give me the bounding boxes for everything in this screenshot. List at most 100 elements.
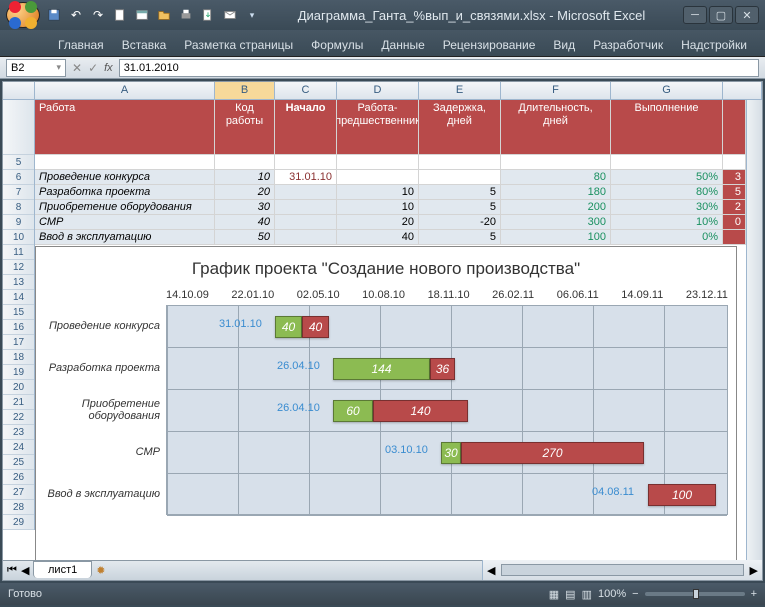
zoom-thumb[interactable] [693,589,699,599]
row-header[interactable]: 23 [3,425,34,440]
row-header[interactable]: 16 [3,320,34,335]
hdr-E[interactable]: Задержка, дней [419,100,501,155]
email-icon[interactable] [222,7,238,23]
col-header-D[interactable]: D [337,82,419,99]
cell-done[interactable]: 30% [611,200,723,215]
hdr-B[interactable]: Код работы [215,100,275,155]
zoom-slider[interactable] [645,592,745,596]
zoom-level[interactable]: 100% [598,588,626,600]
cell-start[interactable] [275,200,337,215]
hdr-D[interactable]: Работа-предшественник [337,100,419,155]
cell-dur[interactable]: 100 [501,230,611,245]
cell-pred[interactable]: 10 [337,200,419,215]
row-header[interactable]: 26 [3,470,34,485]
row-header[interactable]: 28 [3,500,34,515]
tab-data[interactable]: Данные [373,34,432,56]
hscroll-track[interactable] [501,564,743,576]
cell-extra[interactable]: 2 [723,200,746,215]
row-header[interactable]: 12 [3,260,34,275]
row-header[interactable]: 29 [3,515,34,530]
cell-task[interactable]: Ввод в эксплуатацию [35,230,215,245]
tab-view[interactable]: Вид [545,34,583,56]
cell-code[interactable]: 30 [215,200,275,215]
insert-icon[interactable] [134,7,150,23]
qat-more-icon[interactable]: ▾ [244,7,260,23]
row-header[interactable]: 9 [3,215,34,230]
cell-extra[interactable]: 3 [723,170,746,185]
cell-dur[interactable]: 180 [501,185,611,200]
col-header-C[interactable]: C [275,82,337,99]
enter-icon[interactable]: ✓ [88,61,98,75]
cell-start[interactable] [275,185,337,200]
vertical-scrollbar[interactable] [746,100,762,560]
close-button[interactable]: ✕ [735,6,759,24]
row-header[interactable]: 17 [3,335,34,350]
cancel-icon[interactable]: ✕ [72,61,82,75]
hdr-A[interactable]: Работа [35,100,215,155]
undo-icon[interactable]: ↶ [68,7,84,23]
sheet-tab-active[interactable]: лист1 [33,561,92,578]
cell-code[interactable]: 40 [215,215,275,230]
redo-icon[interactable]: ↷ [90,7,106,23]
cell-start[interactable] [275,215,337,230]
cell-code[interactable]: 10 [215,170,275,185]
scroll-right-icon[interactable]: ▶ [750,564,758,577]
view-normal-icon[interactable]: ▦ [549,588,559,601]
view-layout-icon[interactable]: ▤ [565,588,575,601]
cell-pred[interactable]: 20 [337,215,419,230]
cell-pred[interactable] [337,170,419,185]
gantt-chart[interactable]: График проекта "Создание нового производ… [35,246,737,564]
row-header[interactable]: 8 [3,200,34,215]
name-box[interactable]: B2▾ [6,59,66,77]
horizontal-scrollbar[interactable]: ◀ ▶ [482,560,762,580]
tab-addins[interactable]: Надстройки [673,34,755,56]
cell-pred[interactable]: 40 [337,230,419,245]
col-header-F[interactable]: F [501,82,611,99]
cell-delay[interactable]: 5 [419,200,501,215]
cell-extra[interactable]: 0 [723,215,746,230]
row-header[interactable] [3,100,34,155]
cell-code[interactable]: 50 [215,230,275,245]
col-header-B[interactable]: B [215,82,275,99]
tab-developer[interactable]: Разработчик [585,34,671,56]
tab-home[interactable]: Главная [50,34,112,56]
cell-done[interactable]: 0% [611,230,723,245]
hdr-H[interactable] [723,100,746,155]
office-button[interactable] [6,2,40,28]
formula-bar[interactable]: 31.01.2010 [119,59,759,77]
chevron-down-icon[interactable]: ▾ [56,62,61,73]
col-header-G[interactable]: G [611,82,723,99]
fx-icon[interactable]: fx [104,62,113,74]
row-header[interactable]: 15 [3,305,34,320]
row-header[interactable]: 11 [3,245,34,260]
minimize-button[interactable]: ─ [683,6,707,24]
tab-nav-prev-icon[interactable]: ◀ [21,564,29,577]
row-header[interactable]: 7 [3,185,34,200]
cell-delay[interactable]: -20 [419,215,501,230]
print-icon[interactable] [178,7,194,23]
row-header[interactable]: 19 [3,365,34,380]
row-header[interactable]: 10 [3,230,34,245]
cell-done[interactable]: 50% [611,170,723,185]
export-icon[interactable] [200,7,216,23]
cell-delay[interactable]: 5 [419,230,501,245]
cell-dur[interactable]: 200 [501,200,611,215]
cell-start[interactable] [275,230,337,245]
cell-task[interactable]: Приобретение оборудования [35,200,215,215]
row-header[interactable]: 27 [3,485,34,500]
row-header[interactable]: 21 [3,395,34,410]
row-header[interactable]: 25 [3,455,34,470]
cell-dur[interactable]: 80 [501,170,611,185]
open-icon[interactable] [156,7,172,23]
cell-delay[interactable]: 5 [419,185,501,200]
cell-dur[interactable]: 300 [501,215,611,230]
row-header[interactable]: 5 [3,155,34,170]
cell-task[interactable]: Разработка проекта [35,185,215,200]
zoom-in-icon[interactable]: + [751,588,757,600]
row-header[interactable]: 6 [3,170,34,185]
cell-task[interactable]: СМР [35,215,215,230]
cell-delay[interactable] [419,170,501,185]
new-icon[interactable] [112,7,128,23]
maximize-button[interactable]: ▢ [709,6,733,24]
row-header[interactable]: 14 [3,290,34,305]
